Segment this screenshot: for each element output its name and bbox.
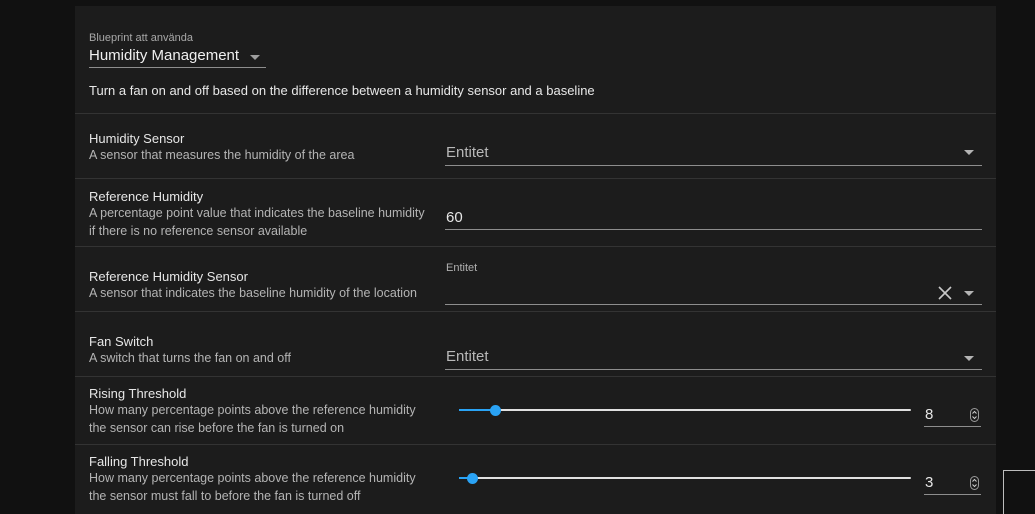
input-row-rising-threshold: Rising Threshold How many percentage poi… (75, 377, 996, 444)
row-title: Reference Humidity Sensor (89, 269, 248, 284)
blueprint-description: Turn a fan on and off based on the diffe… (89, 83, 595, 98)
row-description: A switch that turns the fan on and off (89, 351, 291, 365)
chevron-down-icon[interactable] (964, 291, 974, 296)
row-title: Fan Switch (89, 334, 154, 349)
rising-threshold-value: 8 (925, 406, 934, 423)
entity-placeholder: Entitet (446, 348, 489, 365)
row-title: Reference Humidity (89, 189, 204, 204)
slider-thumb[interactable] (467, 472, 479, 484)
falling-threshold-slider[interactable] (459, 472, 911, 484)
input-row-reference-humidity: Reference Humidity A percentage point va… (75, 179, 996, 246)
input-row-falling-threshold: Falling Threshold How many percentage po… (75, 445, 996, 514)
reference-humidity-sensor-entity-picker[interactable] (445, 275, 982, 305)
chevron-down-icon[interactable] (964, 150, 974, 155)
input-row-fan-switch: Fan Switch A switch that turns the fan o… (75, 312, 996, 376)
humidity-sensor-entity-picker[interactable]: Entitet (445, 136, 982, 166)
close-icon[interactable] (938, 286, 952, 300)
entity-label: Entitet (446, 262, 478, 274)
blueprint-card: Blueprint att använda Humidity Managemen… (75, 6, 996, 514)
rising-threshold-slider[interactable] (459, 404, 911, 416)
spinner-icon[interactable] (970, 476, 979, 490)
falling-threshold-number-input[interactable]: 3 (924, 472, 981, 495)
slider-thumb[interactable] (489, 404, 501, 416)
fan-switch-entity-picker[interactable]: Entitet (445, 340, 982, 370)
chevron-down-icon[interactable] (964, 356, 974, 361)
row-description: A sensor that measures the humidity of t… (89, 148, 355, 162)
entity-placeholder: Entitet (446, 144, 489, 161)
row-description: A percentage point value that indicates … (89, 206, 425, 238)
blueprint-select[interactable]: Humidity Management (89, 46, 266, 68)
rising-threshold-number-input[interactable]: 8 (924, 404, 981, 427)
corner-widget[interactable] (1003, 470, 1035, 514)
input-row-humidity-sensor: Humidity Sensor A sensor that measures t… (75, 114, 996, 178)
chevron-down-icon (250, 55, 260, 60)
row-description: How many percentage points above the ref… (89, 471, 416, 503)
reference-humidity-value: 60 (446, 209, 463, 226)
row-title: Humidity Sensor (89, 131, 185, 146)
row-description: How many percentage points above the ref… (89, 403, 416, 435)
blueprint-header: Blueprint att använda Humidity Managemen… (75, 6, 996, 114)
spinner-icon[interactable] (970, 408, 979, 422)
row-title: Rising Threshold (89, 386, 187, 401)
input-row-reference-humidity-sensor: Reference Humidity Sensor A sensor that … (75, 247, 996, 311)
blueprint-select-value: Humidity Management (89, 47, 240, 64)
row-title: Falling Threshold (89, 454, 189, 469)
reference-humidity-input[interactable]: 60 (445, 201, 982, 230)
falling-threshold-value: 3 (925, 474, 934, 491)
blueprint-label: Blueprint att använda (89, 32, 193, 44)
row-description: A sensor that indicates the baseline hum… (89, 286, 417, 300)
